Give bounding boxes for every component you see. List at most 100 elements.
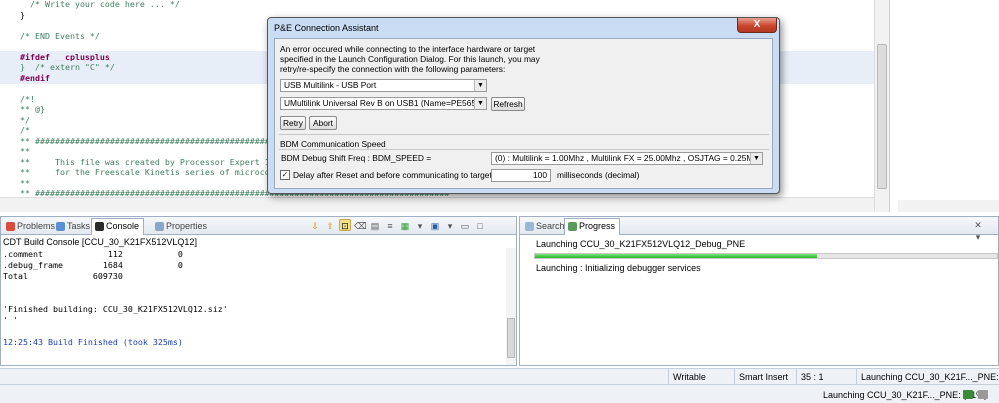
tab-progress[interactable]: Progress [564, 218, 621, 235]
delay-input[interactable]: 100 [491, 169, 551, 182]
outline-panel [890, 0, 999, 212]
progress-icon [568, 222, 577, 231]
minimize-icon[interactable]: ▭ [459, 220, 471, 232]
retry-button[interactable]: Retry [280, 116, 306, 130]
tab-console-label: Console [106, 221, 140, 231]
code-line-text: ** [20, 146, 30, 156]
dialog-close-button[interactable]: X [737, 18, 777, 33]
stop-job-icon[interactable] [978, 390, 988, 399]
open-console-icon[interactable]: ▾ [414, 220, 426, 232]
progress-job-title: Launching CCU_30_K21FX512VLQ12_Debug_PNE [536, 239, 746, 249]
console-title: CDT Build Console [CCU_30_K21FX512VLQ12] [3, 237, 197, 247]
console-line: 'Finished building: CCU_30_K21FX512VLQ12… [3, 304, 228, 314]
code-line-text: ** This file was created by Processor Ex… [20, 156, 295, 167]
console-icon [95, 222, 104, 231]
delay-label: Delay after Reset and before communicati… [293, 170, 504, 180]
status-insert-mode: Smart Insert [734, 369, 796, 385]
scroll-lock-icon[interactable]: ⊡ [339, 219, 351, 231]
editor-horizontal-scrollbar[interactable] [0, 197, 874, 212]
editor-vertical-scrollbar[interactable] [874, 0, 889, 212]
clear-console-icon[interactable]: ⌫ [354, 220, 367, 232]
console-line: .comment 112 0 [3, 249, 183, 259]
tab-search[interactable]: Search [522, 219, 569, 234]
code-line-text: ** [20, 177, 30, 188]
tab-properties-label: Properties [166, 221, 208, 231]
code-line-text: } /* extern "C" */ [20, 62, 115, 72]
status-cursor-position: 35 : 1 [796, 369, 856, 385]
search-icon [525, 222, 534, 231]
interface-select-value: USB Multilink - USB Port [284, 80, 377, 90]
console-line: ' ' [3, 315, 18, 325]
pin-console-icon[interactable]: ▤ [369, 220, 381, 232]
tab-problems[interactable]: Problems [3, 219, 59, 234]
status-bar: Writable Smart Insert 35 : 1 Launching C… [0, 368, 999, 385]
editor-scroll-thumb[interactable] [877, 44, 887, 189]
section-divider [279, 149, 769, 150]
progress-bar-fill [535, 254, 817, 258]
console-line: 12:25:43 Build Finished (took 325ms) [3, 337, 183, 347]
console-scroll-thumb[interactable] [507, 318, 515, 358]
tab-tasks[interactable]: Tasks [53, 219, 94, 234]
chevron-down-icon: ▼ [474, 80, 486, 91]
scroll-down-icon[interactable]: ⇩ [309, 220, 321, 232]
console-toolbar: ⇩ ⇧ ⊡ ⌫ ▤ ≡ ▦ ▾ ▣ ▾ ▭ □ [309, 219, 489, 233]
bdm-section-title: BDM Communication Speed [280, 139, 386, 149]
code-line-text: /*! [20, 93, 35, 104]
problems-icon [6, 222, 15, 231]
tasks-icon [56, 222, 65, 231]
code-line-text: #endif [20, 72, 50, 83]
status-job[interactable]: Launching CCU_30_K21F..._PNE: (61%) [856, 369, 999, 385]
chevron-down-icon: ▼ [474, 98, 486, 109]
console-output[interactable]: .comment 112 0 .debug_frame 1684 0 Total 6… [1, 248, 506, 365]
tab-console[interactable]: Console [91, 218, 145, 235]
port-select[interactable]: UMultilink Universal Rev B on USB1 (Name… [280, 97, 487, 110]
new-console-icon[interactable]: ▣ [429, 220, 441, 232]
console-tabbar: Problems Tasks Console Properties ⇩ ⇧ ⊡ ⌫ ▤ ≡… [1, 217, 516, 235]
delay-checkbox[interactable]: ✓ [280, 170, 290, 180]
console-pane: Problems Tasks Console Properties ⇩ ⇧ ⊡ ⌫ ▤ ≡… [0, 216, 517, 366]
code-line-text: */ [20, 114, 30, 125]
code-line-text: ** for the Freescale Kinetis series of m… [20, 167, 295, 177]
bdm-speed-select-value: (0) : Multilink = 1.00Mhz , Multilink FX… [495, 153, 763, 163]
job-status-text[interactable]: Launching CCU_30_K21F..._PNE: (61%) [819, 387, 987, 403]
tab-tasks-label: Tasks [67, 221, 91, 231]
code-line-text: #ifdef __cplusplus [20, 51, 110, 62]
bdm-speed-select[interactable]: (0) : Multilink = 1.00Mhz , Multilink FX… [491, 152, 763, 165]
progress-menu-icon[interactable]: ▾ [972, 231, 984, 243]
refresh-button[interactable]: Refresh [491, 97, 525, 111]
outline-horizontal-scrollbar[interactable] [898, 200, 999, 212]
code-line-text: /* [20, 125, 30, 135]
job-status-bar: Launching CCU_30_K21F..._PNE: (61%) [0, 384, 999, 403]
dialog-title: P&E Connection Assistant [274, 23, 379, 33]
console-line: Total 609730 [3, 271, 123, 281]
console-line: .debug_frame 1684 0 [3, 260, 183, 270]
maximize-icon[interactable]: □ [474, 220, 486, 232]
dialog-error-message: An error occured while connecting to the… [280, 44, 540, 74]
progress-indicator-icon[interactable] [963, 390, 973, 399]
delay-unit-label: milliseconds (decimal) [557, 170, 640, 180]
console-vertical-scrollbar[interactable] [506, 248, 516, 365]
word-wrap-icon[interactable]: ≡ [384, 220, 396, 232]
interface-select[interactable]: USB Multilink - USB Port ▼ [280, 79, 487, 92]
progress-tabbar: Search Progress ✕▾ [520, 217, 998, 242]
section-divider [279, 134, 769, 135]
display-console-icon[interactable]: ▦ [399, 220, 411, 232]
abort-button[interactable]: Abort [309, 116, 337, 130]
port-select-value: UMultilink Universal Rev B on USB1 (Name… [284, 98, 487, 108]
chevron-down-icon: ▼ [750, 153, 762, 164]
tab-problems-label: Problems [17, 221, 56, 231]
dialog-content: An error occured while connecting to the… [274, 38, 773, 189]
progress-status-text: Launching : Initializing debugger servic… [536, 263, 701, 273]
bdm-speed-label: BDM Debug Shift Freq : BDM_SPEED = [281, 153, 432, 163]
tab-search-label: Search [536, 221, 565, 231]
code-line-text: ** @} [20, 104, 45, 114]
console-menu-icon[interactable]: ▾ [444, 220, 456, 232]
progress-pane: Search Progress ✕▾ Launching CCU_30_K21F… [519, 216, 999, 366]
remove-finished-icon[interactable]: ✕ [972, 219, 984, 231]
code-line-text: } [20, 9, 25, 20]
connection-assistant-dialog: P&E Connection Assistant X An error occu… [267, 17, 780, 194]
tab-properties[interactable]: Properties [152, 219, 211, 234]
properties-icon [155, 222, 164, 231]
scroll-up-icon[interactable]: ⇧ [324, 220, 336, 232]
progress-bar [534, 253, 998, 259]
